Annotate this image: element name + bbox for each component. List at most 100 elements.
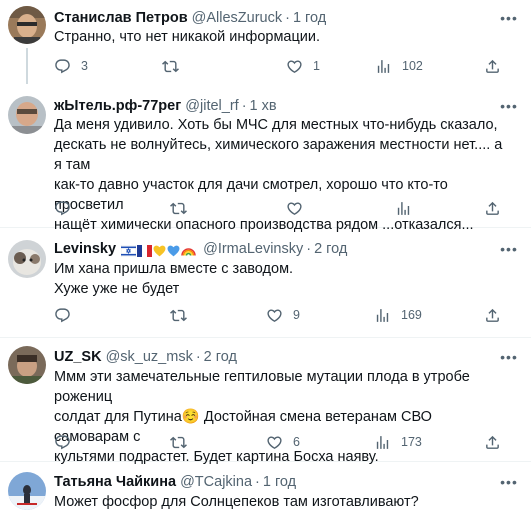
timestamp[interactable]: 2 год	[204, 349, 237, 365]
username[interactable]: @AllesZuruck	[192, 10, 282, 26]
share-button[interactable]	[484, 57, 501, 75]
display-name[interactable]: Татьяна Чайкина	[54, 474, 176, 490]
like-count: 9	[293, 308, 300, 322]
timestamp[interactable]: 1 год	[293, 10, 326, 26]
share-button[interactable]	[484, 199, 501, 217]
more-icon[interactable]: •••	[499, 97, 519, 115]
tweet-actions	[54, 199, 519, 217]
rainbow-icon	[181, 248, 196, 256]
retweet-button[interactable]	[170, 306, 187, 324]
separator-dot: ·	[306, 241, 312, 257]
display-name[interactable]: Levinsky	[54, 241, 116, 257]
share-icon	[484, 200, 501, 217]
tweet[interactable]: UZ_SK @sk_uz_msk · 2 год ••• Ммм эти замеч…	[0, 338, 531, 465]
heart-icon	[286, 200, 303, 217]
tweet[interactable]: Levinsky @IrmaLevinsky · 2 год ••• Им хана…	[0, 228, 531, 338]
username[interactable]: @jitel_rf	[185, 98, 238, 114]
reply-button[interactable]	[54, 306, 71, 324]
timestamp[interactable]: 1 хв	[250, 98, 277, 114]
username[interactable]: @TCajkina	[180, 474, 252, 490]
reply-icon	[54, 434, 71, 451]
more-icon[interactable]: •••	[499, 240, 519, 258]
views-icon	[395, 200, 412, 217]
retweet-icon	[170, 200, 187, 217]
views-icon	[374, 307, 391, 324]
tweet-actions: 9 169	[54, 306, 519, 324]
separator-dot: ·	[241, 98, 247, 114]
reply-icon	[54, 200, 71, 217]
tweet-actions: 6 173	[54, 433, 519, 451]
display-name[interactable]: UZ_SK	[54, 349, 102, 365]
retweet-button[interactable]	[162, 57, 179, 75]
display-name[interactable]: жЫтель.рф-77рег	[54, 98, 181, 114]
like-button[interactable]	[286, 199, 303, 217]
tweet[interactable]: жЫтель.рф-77рег @jitel_rf · 1 хв ••• Да ме…	[0, 84, 531, 233]
share-button[interactable]	[484, 306, 501, 324]
more-icon[interactable]: •••	[499, 9, 519, 27]
israel-flag-icon	[121, 245, 137, 258]
views-button[interactable]: 102	[375, 57, 423, 75]
views-count: 173	[401, 435, 422, 449]
views-icon	[374, 434, 391, 451]
more-icon[interactable]: •••	[499, 348, 519, 366]
username[interactable]: @sk_uz_msk	[106, 349, 193, 365]
tweet-text: Ммм эти замечательные гептиловые мутации…	[54, 369, 470, 465]
share-icon	[484, 307, 501, 324]
reply-button[interactable]	[54, 199, 71, 217]
timestamp[interactable]: 1 год	[263, 474, 296, 490]
like-button[interactable]: 6	[266, 433, 300, 451]
share-icon	[484, 434, 501, 451]
share-icon	[484, 58, 501, 75]
tweet-header: жЫтель.рф-77рег @jitel_rf · 1 хв	[54, 97, 277, 115]
views-button[interactable]: 169	[374, 306, 422, 324]
reply-count: 3	[81, 59, 88, 73]
like-button[interactable]: 1	[286, 57, 320, 75]
heart-icon	[266, 434, 283, 451]
share-button[interactable]	[484, 433, 501, 451]
retweet-button[interactable]	[170, 199, 187, 217]
separator-dot: ·	[195, 349, 201, 365]
views-count: 102	[402, 59, 423, 73]
username[interactable]: @IrmaLevinsky	[203, 241, 303, 257]
retweet-icon	[170, 307, 187, 324]
tweet-actions: 3 1 102	[54, 57, 519, 75]
heart-icon	[266, 307, 283, 324]
avatar[interactable]	[8, 96, 46, 134]
tweet-text: Им хана пришла вместе с заводом. Хуже уж…	[54, 261, 294, 297]
reply-button[interactable]	[54, 433, 71, 451]
avatar[interactable]	[8, 6, 46, 44]
heart-icon	[286, 58, 303, 75]
yellow-heart-icon	[153, 245, 166, 257]
reply-icon	[54, 307, 71, 324]
reply-button[interactable]: 3	[54, 57, 88, 75]
tweet-text: Странно, что нет никакой информации.	[54, 29, 321, 45]
retweet-icon	[170, 434, 187, 451]
timestamp[interactable]: 2 год	[314, 241, 347, 257]
tweet-text: Может фосфор для Солнцепеков там изготав…	[54, 494, 419, 510]
retweet-button[interactable]	[170, 433, 187, 451]
avatar[interactable]	[8, 346, 46, 384]
views-icon	[375, 58, 392, 75]
views-count: 169	[401, 308, 422, 322]
tweet-header: UZ_SK @sk_uz_msk · 2 год	[54, 348, 237, 366]
tweet-header: Станислав Петров @AllesZuruck · 1 год	[54, 9, 326, 27]
views-button[interactable]: 173	[374, 433, 422, 451]
blue-heart-icon	[167, 245, 180, 257]
retweet-icon	[162, 58, 179, 75]
like-button[interactable]: 9	[266, 306, 300, 324]
name-emoji	[121, 242, 197, 260]
reply-icon	[54, 58, 71, 75]
views-button[interactable]	[395, 199, 412, 217]
avatar[interactable]	[8, 472, 46, 510]
more-icon[interactable]: •••	[499, 473, 519, 491]
like-count: 1	[313, 59, 320, 73]
tweet[interactable]: Татьяна Чайкина @TCajkina · 1 год ••• Може…	[0, 462, 531, 524]
like-count: 6	[293, 435, 300, 449]
france-flag-icon	[137, 245, 153, 258]
display-name[interactable]: Станислав Петров	[54, 10, 188, 26]
tweet-header: Татьяна Чайкина @TCajkina · 1 год	[54, 473, 296, 491]
tweet[interactable]: Станислав Петров @AllesZuruck · 1 год ••• …	[0, 0, 531, 84]
tweet-text: Да меня удивило. Хоть бы МЧС для местных…	[54, 117, 503, 233]
avatar[interactable]	[8, 240, 46, 278]
separator-dot: ·	[285, 10, 290, 26]
